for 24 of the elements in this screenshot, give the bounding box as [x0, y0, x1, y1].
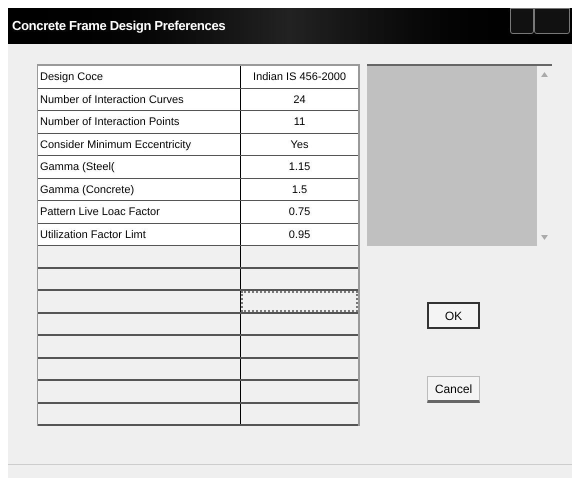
table-cell[interactable]: Indian IS 456-2000: [241, 66, 358, 88]
table-cell[interactable]: 0.95: [241, 224, 358, 245]
scroll-up-icon[interactable]: [541, 72, 548, 77]
table-cell: Pattern Live Loac Factor: [38, 201, 241, 222]
table-cell[interactable]: 24: [241, 88, 358, 110]
table-cell: Number of Interaction Points: [38, 111, 241, 132]
cancel-button[interactable]: Cancel: [427, 376, 480, 403]
table-cell: Number of Interaction Curves: [38, 88, 241, 110]
table-cell: Design Coce: [38, 66, 241, 88]
focused-cell[interactable]: [241, 291, 358, 312]
table-cell[interactable]: 1.5: [241, 178, 358, 200]
close-button[interactable]: [534, 8, 570, 34]
minimize-button[interactable]: [510, 8, 534, 34]
table-cell: Gamma (Steel(: [38, 156, 241, 178]
table-cell: Gamma (Concrete): [38, 178, 241, 200]
window-title: Concrete Frame Design Preferences: [12, 17, 226, 36]
table-cell[interactable]: 11: [241, 111, 358, 132]
table-cell: Utilization Factor Limt: [38, 224, 241, 245]
table-cell: Consider Minimum Eccentricity: [38, 134, 241, 155]
table-cell[interactable]: 0.75: [241, 201, 358, 222]
table-cell[interactable]: Yes: [241, 134, 358, 155]
ok-button[interactable]: OK: [427, 302, 480, 329]
table-cell[interactable]: 1.15: [241, 156, 358, 178]
scroll-down-icon[interactable]: [541, 235, 548, 240]
